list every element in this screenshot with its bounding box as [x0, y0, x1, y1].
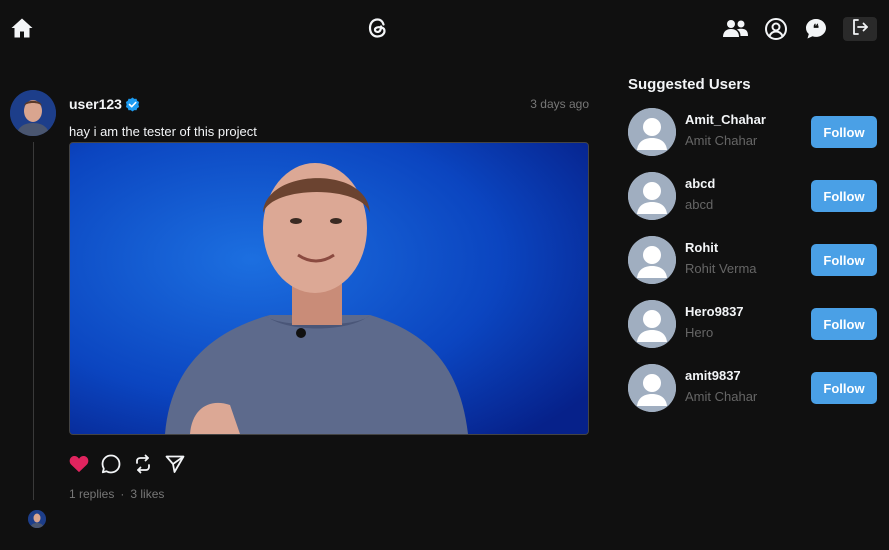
- suggested-full-name: Rohit Verma: [685, 261, 757, 276]
- suggested-user-row: Amit_Chahar Amit Chahar Follow: [628, 108, 878, 172]
- default-avatar-icon[interactable]: [628, 172, 676, 220]
- suggested-full-name: Amit Chahar: [685, 389, 758, 404]
- logout-icon: [851, 18, 869, 41]
- post-timestamp: 3 days ago: [530, 97, 589, 111]
- suggested-user-row: Rohit Rohit Verma Follow: [628, 236, 878, 300]
- suggested-user-row: amit9837 Amit Chahar Follow: [628, 364, 878, 428]
- profile-icon[interactable]: [763, 16, 789, 42]
- follow-button[interactable]: Follow: [811, 180, 877, 212]
- suggested-user-row: abcd abcd Follow: [628, 172, 878, 236]
- chat-icon[interactable]: ❝: [803, 16, 829, 42]
- replies-count[interactable]: 1 replies: [69, 487, 114, 501]
- suggested-full-name: abcd: [685, 197, 714, 212]
- follow-button[interactable]: Follow: [811, 116, 877, 148]
- follow-button[interactable]: Follow: [811, 372, 877, 404]
- suggested-username[interactable]: Rohit: [685, 240, 718, 255]
- suggested-full-name: Hero: [685, 325, 714, 340]
- post-image[interactable]: [69, 142, 589, 435]
- logout-button[interactable]: [843, 17, 877, 41]
- share-icon[interactable]: [165, 454, 185, 474]
- suggested-username[interactable]: abcd: [685, 176, 715, 191]
- suggested-username[interactable]: Hero9837: [685, 304, 744, 319]
- follow-button[interactable]: Follow: [811, 308, 877, 340]
- svg-text:❝: ❝: [813, 23, 819, 35]
- post-text: hay i am the tester of this project: [69, 124, 257, 139]
- suggested-users-panel: Suggested Users Amit_Chahar Amit Chahar …: [628, 76, 878, 428]
- follow-button[interactable]: Follow: [811, 244, 877, 276]
- suggested-user-row: Hero9837 Hero Follow: [628, 300, 878, 364]
- verified-badge-icon: [125, 97, 140, 112]
- suggested-username[interactable]: amit9837: [685, 368, 741, 383]
- default-avatar-icon[interactable]: [628, 236, 676, 284]
- default-avatar-icon[interactable]: [628, 300, 676, 348]
- default-avatar-icon[interactable]: [628, 108, 676, 156]
- post-author-avatar[interactable]: [10, 90, 56, 136]
- thread-line: [33, 142, 34, 500]
- like-heart-icon[interactable]: [69, 454, 89, 474]
- post-stats: 1 replies · 3 likes: [69, 487, 164, 501]
- stats-separator: ·: [120, 487, 125, 501]
- reply-avatar[interactable]: [28, 510, 46, 528]
- likes-count[interactable]: 3 likes: [130, 487, 164, 501]
- suggested-users-title: Suggested Users: [628, 76, 751, 93]
- top-navigation-bar: ❝: [0, 0, 889, 56]
- suggested-full-name: Amit Chahar: [685, 133, 758, 148]
- home-icon[interactable]: [10, 16, 34, 40]
- repost-icon[interactable]: [133, 454, 153, 474]
- default-avatar-icon[interactable]: [628, 364, 676, 412]
- reply-icon[interactable]: [101, 454, 121, 474]
- post-username[interactable]: user123: [69, 96, 122, 112]
- suggested-username[interactable]: Amit_Chahar: [685, 112, 766, 127]
- users-icon[interactable]: [723, 16, 749, 42]
- threads-logo-icon[interactable]: [366, 16, 390, 40]
